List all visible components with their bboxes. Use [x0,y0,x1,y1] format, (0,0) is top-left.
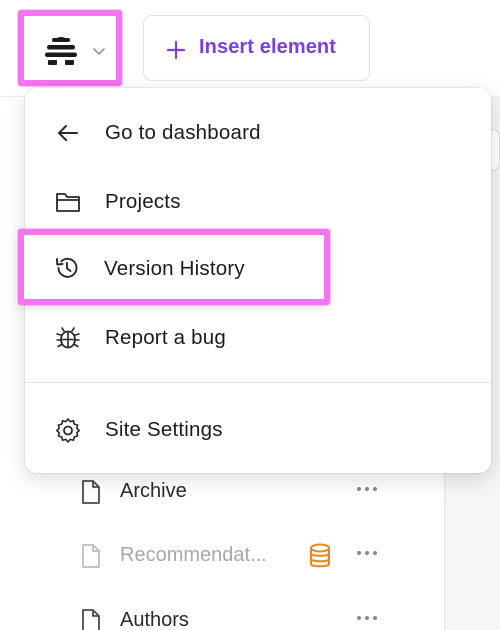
app-menu-dropdown: Go to dashboard Projects Version History [18,88,491,473]
menu-divider [25,382,491,383]
menu-item-label: Report a bug [105,326,226,349]
menu-item-label: Site Settings [105,418,223,441]
page-row-recommendations[interactable]: Recommendat... [78,535,388,575]
document-icon [82,609,100,630]
more-options-icon[interactable] [354,608,380,628]
page-name: Recommendat... [120,544,267,566]
plus-icon [166,40,186,60]
more-options-icon[interactable] [354,479,380,499]
menu-item-label: Projects [105,190,181,213]
menu-item-site-settings[interactable]: Site Settings [25,398,491,460]
folder-icon [56,193,80,212]
database-icon [310,543,330,568]
beehive-logo-icon [45,37,77,65]
more-options-icon[interactable] [354,543,380,563]
chevron-down-icon [93,48,105,55]
bug-icon [56,327,80,349]
page-name: Authors [120,609,189,630]
arrow-left-icon [58,125,78,141]
app-window: Insert element Archive Recommendat... Au… [0,0,500,630]
document-icon [82,544,100,568]
menu-item-label: Version History [104,257,245,280]
menu-item-go-to-dashboard[interactable]: Go to dashboard [25,101,491,163]
history-icon [56,257,78,278]
menu-item-report-a-bug[interactable]: Report a bug [25,306,491,368]
menu-item-projects[interactable]: Projects [25,170,491,232]
page-name: Archive [120,480,187,502]
page-row-archive[interactable]: Archive [78,471,388,511]
page-row-authors[interactable]: Authors [78,600,388,630]
menu-item-version-history[interactable]: Version History [18,229,330,305]
gear-icon [56,418,80,443]
insert-element-button[interactable]: Insert element [143,15,370,81]
document-icon [82,480,100,504]
top-bar: Insert element [0,0,500,97]
menu-item-label: Go to dashboard [105,121,261,144]
logo-menu-button[interactable] [18,10,122,86]
insert-element-label: Insert element [199,36,337,58]
